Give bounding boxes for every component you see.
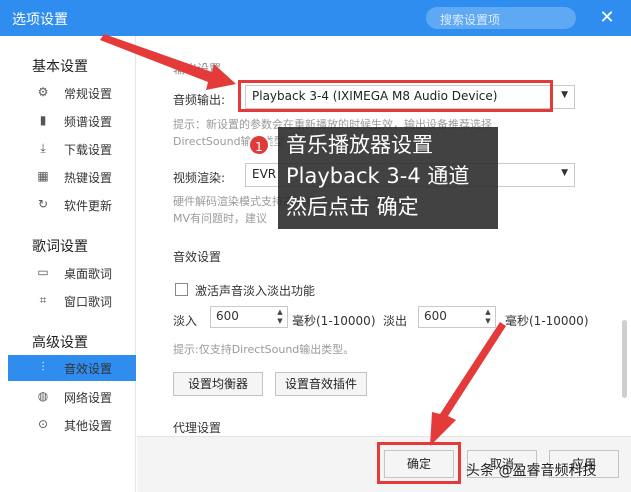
instruction-line2: Playback 3-4 通道 (286, 164, 470, 188)
effects-hint: 提示:仅支持DirectSound输出类型。 (173, 343, 355, 356)
fade-in-label: 淡入 (173, 314, 198, 328)
fade-in-stepper[interactable]: 600 ▲ ▼ (210, 306, 288, 328)
effects-plugin-button[interactable]: 设置音效插件 (275, 372, 367, 396)
gear-icon: ⚙ (37, 85, 49, 99)
sidebar-item-label: 其他设置 (64, 418, 113, 433)
fade-checkbox-label: 激活声音淡入淡出功能 (195, 284, 316, 298)
stepper-arrows-icon[interactable]: ▲ ▼ (482, 308, 494, 326)
window-lyrics-icon: ⌗ (39, 293, 47, 307)
more-icon: ⊙ (37, 417, 49, 431)
sidebar-item-label: 软件更新 (64, 198, 113, 213)
ok-button-highlight (377, 442, 461, 484)
keyboard-icon: ▦ (37, 169, 49, 183)
video-render-label: 视频渲染: (173, 171, 226, 185)
window-title: 选项设置 (12, 12, 68, 28)
sidebar-item-label: 下载设置 (64, 142, 113, 157)
sidebar-item-label: 常规设置 (64, 86, 113, 101)
sidebar-item-label: 音效设置 (64, 361, 113, 376)
equalizer-icon: ⫶ (41, 360, 45, 374)
stepper-arrows-icon[interactable]: ▲ ▼ (274, 308, 286, 326)
fade-in-value: 600 (216, 309, 239, 323)
sidebar-item-desktop-lyrics[interactable]: ▭ 桌面歌词 (8, 260, 136, 286)
group-title-lyrics: 歌词设置 (32, 239, 88, 255)
sidebar-item-label: 窗口歌词 (64, 294, 113, 309)
close-button[interactable]: ✕ (596, 7, 618, 29)
sidebar-item-label: 网络设置 (64, 390, 113, 405)
instruction-line3: 然后点击 确定 (286, 195, 419, 219)
sidebar-item-general[interactable]: ⚙ 常规设置 (8, 80, 136, 106)
sidebar: 基本设置 ⚙ 常规设置 ▮ 频谱设置 ⤓ 下载设置 ▦ 热键设置 ↻ 软件更新 … (0, 36, 136, 492)
group-title-advanced: 高级设置 (32, 335, 88, 351)
globe-icon: ◍ (37, 389, 49, 403)
desktop-lyrics-icon: ▭ (37, 265, 49, 279)
sidebar-item-spectrum[interactable]: ▮ 频谱设置 (8, 108, 136, 134)
audio-output-label: 音频输出: (173, 93, 226, 107)
equalizer-button[interactable]: 设置均衡器 (173, 372, 263, 396)
sidebar-item-audio-effects[interactable]: ⫶ 音效设置 (8, 355, 136, 381)
chevron-down-icon: ▼ (561, 168, 568, 178)
sidebar-item-hotkey[interactable]: ▦ 热键设置 (8, 164, 136, 190)
fade-checkbox[interactable] (175, 283, 188, 296)
watermark: 头条 @盈睿音频科技 (466, 463, 597, 479)
title-bar: 选项设置 搜索设置项 ✕ (0, 0, 631, 36)
sidebar-item-other[interactable]: ⊙ 其他设置 (8, 412, 136, 438)
audio-output-highlight (238, 80, 553, 112)
proxy-section-title: 代理设置 (173, 421, 222, 435)
sidebar-item-update[interactable]: ↻ 软件更新 (8, 192, 136, 218)
instruction-overlay: 音乐播放器设置 Playback 3-4 通道 然后点击 确定 (278, 127, 498, 229)
download-icon: ⤓ (40, 141, 46, 155)
sidebar-item-label: 桌面歌词 (64, 266, 113, 281)
group-title-basic: 基本设置 (32, 59, 88, 75)
fade-in-unit: 毫秒(1-10000) (292, 314, 376, 328)
step-badge: 1 (248, 134, 270, 156)
fade-out-label: 淡出 (383, 314, 408, 328)
update-icon: ↻ (37, 197, 49, 211)
video-render-value: EVR (252, 167, 277, 181)
sidebar-item-network[interactable]: ◍ 网络设置 (8, 384, 136, 410)
sidebar-item-label: 频谱设置 (64, 114, 113, 129)
fade-out-unit: 毫秒(1-10000) (505, 314, 589, 328)
sidebar-item-window-lyrics[interactable]: ⌗ 窗口歌词 (8, 288, 136, 314)
scrollbar[interactable] (622, 320, 627, 398)
instruction-line1: 音乐播放器设置 (286, 133, 433, 157)
spectrum-icon: ▮ (39, 113, 47, 127)
settings-search-input[interactable]: 搜索设置项 (426, 7, 576, 29)
fade-out-value: 600 (424, 309, 447, 323)
sidebar-item-label: 热键设置 (64, 170, 113, 185)
chevron-down-icon: ▼ (561, 90, 568, 100)
effects-section-title: 音效设置 (173, 250, 222, 264)
sidebar-item-download[interactable]: ⤓ 下载设置 (8, 136, 136, 162)
output-section-title: 输出设置 (173, 62, 222, 76)
fade-out-stepper[interactable]: 600 ▲ ▼ (418, 306, 496, 328)
